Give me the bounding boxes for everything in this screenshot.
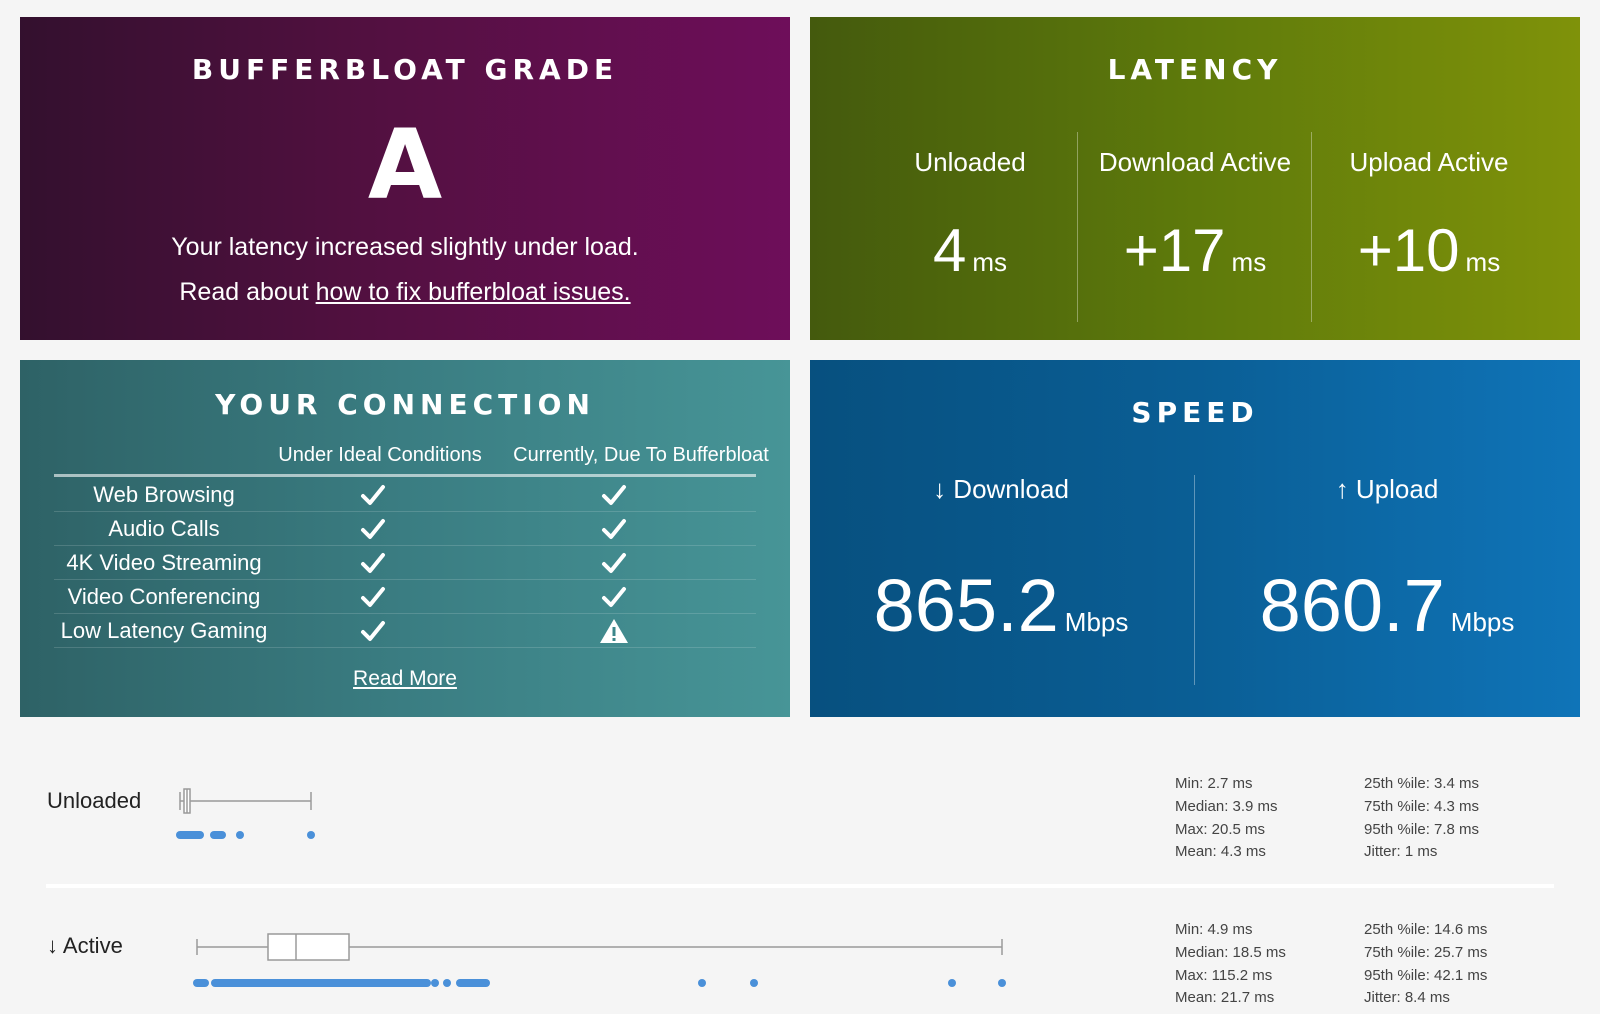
active-iqr-box	[267, 933, 350, 961]
unloaded-p95: 95th %ile: 7.8 ms	[1364, 821, 1480, 838]
speed-download-label: ↓ Download	[933, 474, 1069, 504]
speed-download-value: 865.2	[873, 564, 1059, 647]
latency-download-unit: ms	[1231, 247, 1267, 277]
unloaded-p25: 25th %ile: 3.4 ms	[1364, 775, 1480, 792]
grade-letter: A	[367, 109, 443, 221]
check-icon	[599, 482, 629, 508]
speed-divider	[1194, 475, 1195, 685]
check-icon	[358, 618, 388, 644]
check-icon	[358, 584, 388, 610]
unloaded-min: Min: 2.7 ms	[1175, 775, 1253, 792]
connection-activity-name: Low Latency Gaming	[60, 618, 268, 643]
latency-unloaded-unit: ms	[972, 247, 1008, 277]
speed-upload-value: 860.7	[1259, 564, 1445, 647]
unloaded-dot-cluster	[210, 831, 226, 839]
active-dot-cluster	[193, 979, 209, 987]
connection-row: Low Latency Gaming	[54, 614, 756, 648]
col-header-ideal: Under Ideal Conditions	[278, 444, 482, 466]
latency-upload-unit: ms	[1465, 247, 1501, 277]
unloaded-dot	[307, 831, 315, 839]
check-icon	[599, 516, 629, 542]
active-dot	[698, 979, 706, 987]
grade-title: BUFFERBLOAT GRADE	[191, 53, 619, 86]
connection-row: Audio Calls	[54, 512, 756, 546]
latency-unloaded: Unloaded 4 ms	[853, 127, 1087, 322]
unloaded-boxplot	[176, 788, 315, 839]
fix-bufferbloat-link[interactable]: how to fix bufferbloat issues.	[316, 278, 631, 306]
latency-download-active: Download Active +17 ms	[1078, 127, 1312, 322]
active-dot	[750, 979, 758, 987]
connection-row: Web Browsing	[54, 478, 756, 512]
latency-title: LATENCY	[1107, 53, 1283, 86]
unloaded-max: Max: 20.5 ms	[1175, 821, 1266, 838]
active-dot	[998, 979, 1006, 987]
speed-upload: ↑ Upload 860.7 Mbps	[1196, 470, 1578, 670]
latency-panel: LATENCY Unloaded 4 ms Download Active +17…	[810, 17, 1580, 340]
distribution-separator	[46, 884, 1554, 888]
latency-upload-value: +10	[1357, 217, 1460, 284]
connection-activity-name: Video Conferencing	[67, 584, 261, 609]
unloaded-distribution-label: Unloaded	[47, 788, 142, 813]
col-header-current: Currently, Due To Bufferbloat	[513, 444, 769, 466]
grade-message: Your latency increased slightly under lo…	[171, 233, 639, 261]
speed-download-unit: Mbps	[1064, 607, 1129, 637]
latency-upload-active: Upload Active +10 ms	[1312, 127, 1546, 322]
check-icon	[358, 482, 388, 508]
read-more-line: Read More	[20, 667, 790, 691]
active-max: Max: 115.2 ms	[1175, 967, 1273, 984]
active-median: Median: 18.5 ms	[1175, 944, 1286, 961]
check-icon	[358, 550, 388, 576]
unloaded-median: Median: 3.9 ms	[1175, 798, 1278, 815]
active-boxplot	[193, 933, 1006, 987]
active-dot	[431, 979, 439, 987]
active-distribution-label: ↓ Active	[47, 933, 123, 958]
read-about-prefix: Read about	[179, 278, 309, 306]
latency-download-label: Download Active	[1098, 147, 1292, 177]
bufferbloat-grade-panel: BUFFERBLOAT GRADE A Your latency increas…	[20, 17, 790, 340]
active-p25: 25th %ile: 14.6 ms	[1364, 921, 1488, 938]
unloaded-jitter: Jitter: 1 ms	[1364, 843, 1438, 860]
unloaded-dot-cluster	[176, 831, 204, 839]
unloaded-p75: 75th %ile: 4.3 ms	[1364, 798, 1480, 815]
unloaded-dot	[236, 831, 244, 839]
latency-download-value: +17	[1123, 217, 1226, 284]
latency-unloaded-value: 4	[932, 217, 967, 284]
speed-upload-label: ↑ Upload	[1335, 474, 1439, 504]
speed-panel: SPEED ↓ Download 865.2 Mbps ↑ Upload 860.…	[810, 360, 1580, 717]
warning-icon	[599, 618, 629, 644]
active-dot	[948, 979, 956, 987]
active-jitter: Jitter: 8.4 ms	[1364, 989, 1450, 1006]
grade-read-line: Read about how to fix bufferbloat issues…	[20, 278, 790, 307]
speed-download: ↓ Download 865.2 Mbps	[810, 470, 1192, 670]
latency-unloaded-label: Unloaded	[914, 147, 1026, 177]
active-p95: 95th %ile: 42.1 ms	[1364, 967, 1488, 984]
connection-row: Video Conferencing	[54, 580, 756, 614]
connection-title: YOUR CONNECTION	[215, 388, 595, 421]
check-icon	[599, 584, 629, 610]
active-dot-cluster	[211, 979, 431, 987]
active-dot	[443, 979, 451, 987]
active-dot-cluster	[456, 979, 490, 987]
active-p75: 75th %ile: 25.7 ms	[1364, 944, 1488, 961]
active-min: Min: 4.9 ms	[1175, 921, 1253, 938]
latency-upload-label: Upload Active	[1349, 147, 1509, 177]
read-more-link[interactable]: Read More	[353, 667, 457, 690]
connection-activity-name: Audio Calls	[108, 516, 220, 541]
speed-upload-unit: Mbps	[1450, 607, 1515, 637]
connection-activity-name: 4K Video Streaming	[66, 550, 262, 575]
connection-activity-name: Web Browsing	[93, 482, 235, 507]
connection-header-rule	[54, 474, 756, 477]
active-mean: Mean: 21.7 ms	[1175, 989, 1275, 1006]
check-icon	[599, 550, 629, 576]
unloaded-mean: Mean: 4.3 ms	[1175, 843, 1266, 860]
speed-title: SPEED	[1131, 396, 1259, 429]
connection-row: 4K Video Streaming	[54, 546, 756, 580]
check-icon	[358, 516, 388, 542]
your-connection-panel: YOUR CONNECTION Under Ideal Conditions C…	[20, 360, 790, 717]
